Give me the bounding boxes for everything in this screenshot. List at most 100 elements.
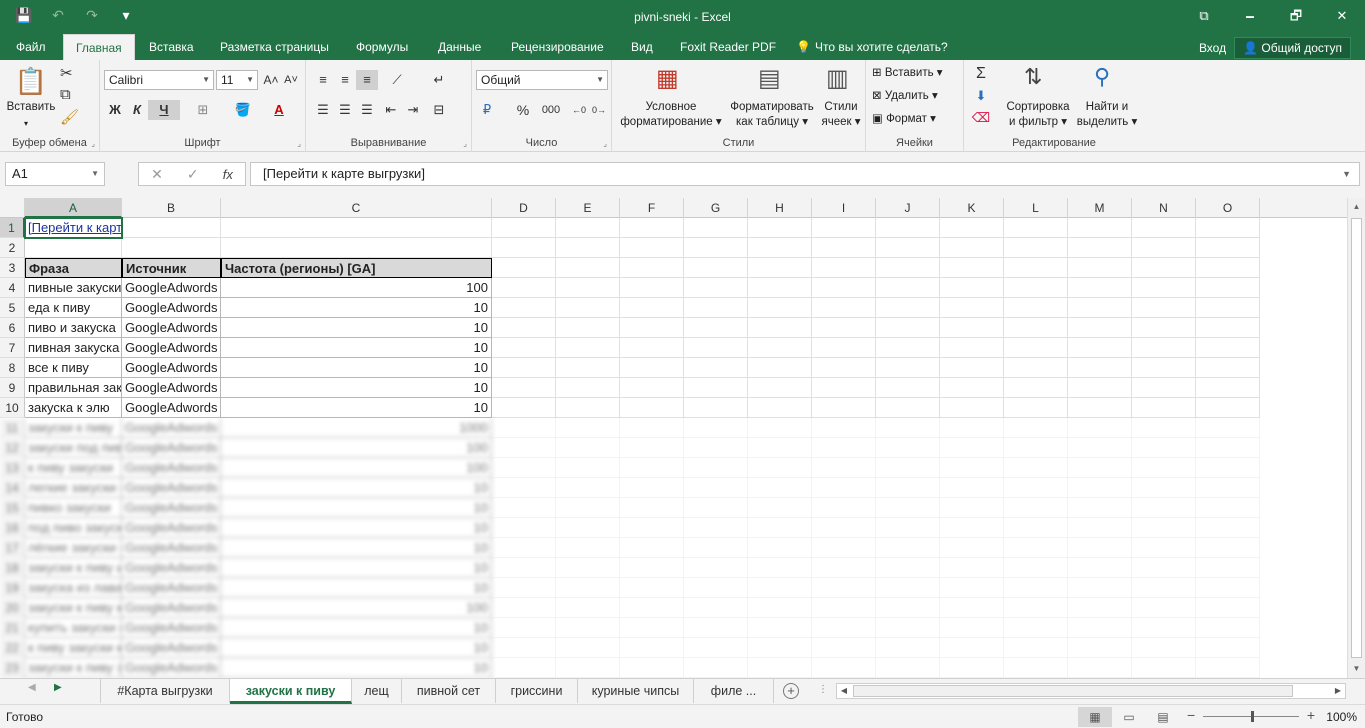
cell[interactable] [492, 478, 556, 498]
source-cell[interactable]: GoogleAdwords [122, 278, 221, 298]
cell[interactable] [620, 638, 684, 658]
cell[interactable] [620, 378, 684, 398]
cell[interactable] [1196, 498, 1260, 518]
cell-styles-button[interactable]: Стили ячеек ▾ [820, 100, 862, 130]
cell[interactable] [1068, 298, 1132, 318]
cell[interactable] [1132, 278, 1196, 298]
table-header-cell[interactable]: Источник [122, 258, 221, 278]
cell[interactable] [876, 258, 940, 278]
frequency-cell[interactable]: 100 [221, 438, 492, 458]
paste-dropdown-icon[interactable]: ▾ [24, 116, 28, 131]
cell[interactable] [620, 478, 684, 498]
cell[interactable] [1068, 638, 1132, 658]
dialog-launcher-icon[interactable]: ⌟ [297, 139, 301, 148]
close-button[interactable]: ✕ [1319, 0, 1365, 32]
cell[interactable] [748, 398, 812, 418]
cell[interactable] [492, 658, 556, 678]
cell[interactable] [812, 558, 876, 578]
row-header[interactable]: 16 [0, 518, 25, 538]
row-header[interactable]: 14 [0, 478, 25, 498]
cell[interactable] [1004, 378, 1068, 398]
sheet-tab-file[interactable]: филе ... [694, 679, 774, 703]
cell[interactable] [556, 638, 620, 658]
cell[interactable] [748, 598, 812, 618]
align-top-icon[interactable]: ≡ [312, 70, 334, 90]
cell[interactable] [876, 618, 940, 638]
cell[interactable] [1068, 218, 1132, 238]
cell[interactable] [25, 238, 122, 258]
cell[interactable] [940, 238, 1004, 258]
cell[interactable] [940, 398, 1004, 418]
sheet-tab-pivnoi-set[interactable]: пивной сет [402, 679, 496, 703]
dialog-launcher-icon[interactable]: ⌟ [463, 139, 467, 148]
row-header[interactable]: 4 [0, 278, 25, 298]
cell[interactable] [748, 258, 812, 278]
tab-foxit[interactable]: Foxit Reader PDF [680, 34, 776, 60]
cell[interactable] [1132, 438, 1196, 458]
fill-icon[interactable]: ⬇ [970, 86, 992, 106]
cell[interactable] [1068, 318, 1132, 338]
cell[interactable] [748, 418, 812, 438]
row-header[interactable]: 2 [0, 238, 25, 258]
cell[interactable] [492, 278, 556, 298]
cell[interactable] [620, 238, 684, 258]
tell-me-search[interactable]: Что вы хотите сделать? [815, 34, 948, 60]
paste-icon[interactable]: 📋 [14, 66, 48, 97]
cell[interactable] [748, 278, 812, 298]
row-header[interactable]: 9 [0, 378, 25, 398]
cell[interactable] [940, 218, 1004, 238]
cell[interactable] [748, 438, 812, 458]
cell[interactable] [1132, 358, 1196, 378]
row-header[interactable]: 13 [0, 458, 25, 478]
cell[interactable] [940, 258, 1004, 278]
cell[interactable] [940, 318, 1004, 338]
column-header-l[interactable]: L [1004, 198, 1068, 218]
cell[interactable] [1132, 458, 1196, 478]
cell[interactable] [876, 538, 940, 558]
cell[interactable] [940, 618, 1004, 638]
source-cell[interactable]: GoogleAdwords [122, 638, 221, 658]
find-select-icon[interactable]: ⚲ [1094, 64, 1110, 90]
cell[interactable] [1068, 278, 1132, 298]
cell[interactable] [876, 598, 940, 618]
column-header-m[interactable]: M [1068, 198, 1132, 218]
cell[interactable] [1132, 398, 1196, 418]
cell[interactable] [556, 238, 620, 258]
cell[interactable] [1132, 378, 1196, 398]
column-header-f[interactable]: F [620, 198, 684, 218]
cell[interactable] [1196, 438, 1260, 458]
source-cell[interactable]: GoogleAdwords [122, 518, 221, 538]
shrink-font-icon[interactable]: A˅ [280, 70, 302, 90]
cell[interactable] [876, 458, 940, 478]
frequency-cell[interactable]: 10 [221, 638, 492, 658]
cell[interactable] [876, 498, 940, 518]
cell[interactable] [1004, 278, 1068, 298]
cell[interactable] [1196, 618, 1260, 638]
cell[interactable] [1132, 598, 1196, 618]
orientation-icon[interactable]: ⟋ [386, 70, 408, 90]
cell[interactable] [492, 358, 556, 378]
cell[interactable] [812, 518, 876, 538]
cell[interactable] [620, 498, 684, 518]
paste-button[interactable]: Вставить [4, 100, 58, 115]
cell[interactable] [684, 518, 748, 538]
next-sheet-icon[interactable]: ▶ [54, 682, 62, 693]
scroll-right-icon[interactable]: ▶ [1331, 684, 1345, 698]
cell[interactable] [1068, 378, 1132, 398]
cell[interactable] [556, 558, 620, 578]
cell[interactable] [122, 218, 221, 238]
cell[interactable] [876, 238, 940, 258]
cell[interactable] [940, 278, 1004, 298]
cell[interactable] [556, 338, 620, 358]
cell[interactable] [940, 638, 1004, 658]
cell[interactable] [876, 558, 940, 578]
source-cell[interactable]: GoogleAdwords [122, 358, 221, 378]
cell[interactable] [684, 478, 748, 498]
cell[interactable] [748, 218, 812, 238]
scroll-left-icon[interactable]: ◀ [837, 684, 851, 698]
cancel-icon[interactable]: ✕ [151, 166, 163, 183]
zoom-percentage[interactable]: 100% [1326, 710, 1357, 724]
source-cell[interactable]: GoogleAdwords [122, 398, 221, 418]
font-name-select[interactable]: Calibri ▼ [104, 70, 214, 90]
sheet-tab-zakuski[interactable]: закуски к пиву [230, 679, 352, 704]
